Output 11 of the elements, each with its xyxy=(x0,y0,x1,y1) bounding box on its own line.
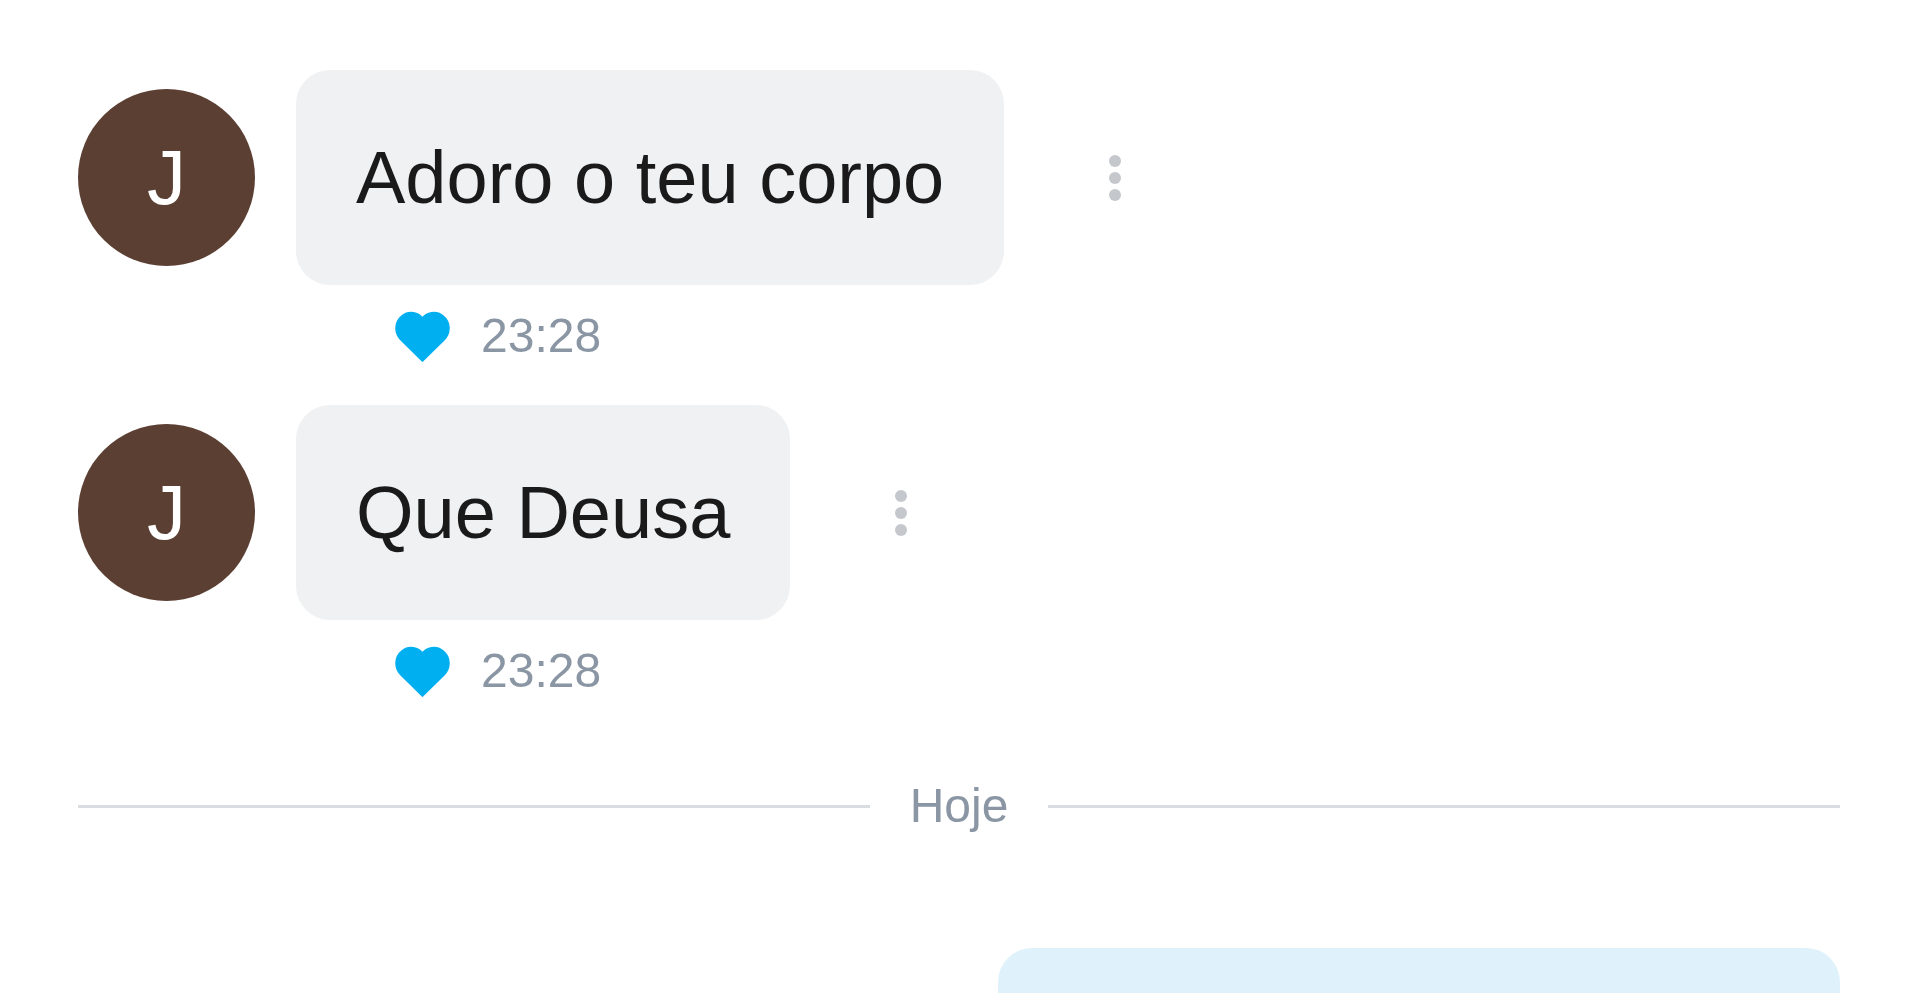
message-time: 23:28 xyxy=(481,643,602,699)
avatar: J xyxy=(78,89,255,266)
date-divider-label: Hoje xyxy=(909,778,1009,834)
more-options-icon[interactable] xyxy=(893,488,910,537)
message-bubble: Adoro o teu corpo xyxy=(296,70,1005,285)
heart-icon[interactable] xyxy=(394,310,451,362)
avatar: J xyxy=(78,424,255,601)
message-time: 23:28 xyxy=(481,308,602,364)
more-options-icon[interactable] xyxy=(1107,153,1124,202)
message-bubble: Que Deusa xyxy=(296,405,791,620)
heart-icon[interactable] xyxy=(394,645,451,697)
